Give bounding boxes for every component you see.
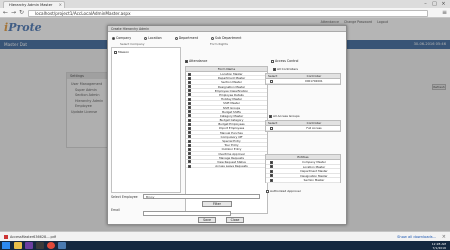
select-employee-label: Select Employee	[111, 195, 138, 199]
checkbox-checked-icon[interactable]	[188, 118, 191, 122]
visual-studio-icon[interactable]	[25, 242, 33, 249]
checkbox-checked-icon[interactable]	[188, 131, 191, 135]
access-control-checkbox[interactable]: Access Control	[271, 59, 298, 63]
chrome-icon[interactable]	[47, 242, 55, 249]
checkbox-checked-icon[interactable]	[188, 101, 191, 105]
all-controllers-checkbox[interactable]: All Controllers	[273, 67, 298, 71]
access-groups-table: Select Controller Full Access	[265, 120, 341, 132]
select-company-label: Select Company	[120, 42, 145, 46]
attendance-checkbox[interactable]: Attendance	[185, 59, 207, 63]
browser-menu-icon[interactable]: ≡	[442, 9, 447, 17]
checkbox-checked-icon[interactable]	[188, 76, 191, 80]
back-icon[interactable]: ←	[2, 9, 9, 17]
email-label: Email	[111, 208, 120, 212]
downloads-close-icon[interactable]: ×	[442, 233, 446, 241]
checkbox-checked-icon[interactable]	[188, 97, 191, 101]
checkbox-icon[interactable]	[270, 126, 273, 130]
dialog-title: Create Hierarchy Admin	[108, 26, 346, 32]
start-icon[interactable]	[2, 242, 10, 249]
clock-date: 7/1/2016	[432, 245, 446, 250]
taskbar-clock[interactable]: 12:28 AM 7/1/2016	[432, 242, 446, 250]
table-row[interactable]: Access Leave Requests	[186, 164, 267, 169]
form-rights-label: Form Rights	[210, 42, 228, 46]
checkbox-checked-icon[interactable]	[188, 143, 191, 147]
authorized-approver-checkbox[interactable]: Authorized Approver	[266, 189, 301, 193]
mission-item[interactable]: Mission	[114, 50, 129, 54]
app-icon[interactable]	[58, 242, 66, 249]
radio-icon	[211, 36, 214, 40]
maximize-icon[interactable]: □	[430, 0, 439, 8]
taskbar: 12:28 AM 7/1/2016	[0, 241, 450, 250]
radio-company[interactable]: Company	[112, 36, 131, 40]
radio-sub-department[interactable]: Sub Department	[211, 36, 241, 40]
tab-title: Hierarchy Admin Master	[9, 3, 53, 7]
table-row[interactable]: Full Access	[266, 126, 340, 131]
checkbox-checked-icon[interactable]	[188, 106, 191, 109]
checkbox-checked-icon[interactable]	[188, 126, 191, 130]
checkbox-checked-icon[interactable]	[188, 93, 191, 97]
checkbox-checked-icon[interactable]	[188, 85, 191, 89]
downloads-bar: AccessMaster636628....pdf Show all downl…	[0, 231, 450, 241]
checkbox-checked-icon[interactable]	[188, 156, 191, 160]
url-input[interactable]: localhost/project1/AccLocalAdminMaster.a…	[28, 9, 428, 17]
file-explorer-icon[interactable]	[14, 242, 22, 249]
checkbox-checked-icon[interactable]	[270, 165, 273, 169]
checkbox-checked-icon[interactable]	[188, 122, 191, 126]
show-all-downloads-link[interactable]: Show all downloads...	[397, 234, 436, 240]
select-employee-input[interactable]: Binoy	[143, 194, 260, 199]
checkbox-icon	[271, 59, 274, 63]
entities-table: Entities Company Master Location Master …	[265, 154, 341, 183]
minimize-icon[interactable]: –	[421, 0, 430, 8]
radio-location[interactable]: Location	[144, 36, 162, 40]
level-radio-group: Company Location Department Sub Departme…	[112, 36, 253, 40]
checkbox-checked-icon[interactable]	[188, 72, 191, 76]
checkbox-checked-icon[interactable]	[188, 110, 191, 114]
radio-icon	[174, 36, 178, 40]
checkbox-icon	[266, 189, 269, 193]
filter-button[interactable]: Filter	[202, 201, 232, 207]
radio-selected-icon	[112, 36, 115, 40]
all-access-groups-checkbox[interactable]: All Access Groups	[269, 114, 300, 118]
reload-icon[interactable]: ↻	[18, 9, 25, 17]
radio-icon	[144, 36, 148, 40]
company-list-panel[interactable]: Mission	[111, 47, 181, 193]
close-button[interactable]: Close	[226, 217, 244, 223]
checkbox-checked-icon[interactable]	[188, 147, 191, 151]
checkbox-checked-icon[interactable]	[188, 139, 191, 143]
controllers-table: Select Controller DIR1702001	[265, 73, 341, 85]
form-rights-table: Form Name Location Master Department Mas…	[185, 66, 268, 214]
checkbox-checked-icon[interactable]	[270, 174, 273, 178]
download-item[interactable]: AccessMaster636628....pdf	[4, 234, 56, 241]
checkbox-checked-icon[interactable]	[188, 152, 191, 156]
checkbox-checked-icon[interactable]	[188, 80, 191, 84]
cmd-icon[interactable]	[36, 242, 44, 249]
address-bar: ← → ↻ localhost/project1/AccLocalAdminMa…	[0, 8, 450, 18]
checkbox-checked-icon[interactable]	[270, 160, 273, 164]
save-button[interactable]: Save	[198, 217, 216, 223]
checkbox-checked-icon[interactable]	[270, 178, 273, 182]
table-row[interactable]: Section Master	[266, 178, 340, 183]
checkbox-icon	[114, 50, 117, 54]
checkbox-checked-icon	[269, 114, 272, 118]
clock-time: 12:28 AM	[431, 241, 446, 246]
checkbox-checked-icon[interactable]	[188, 164, 191, 168]
forward-icon[interactable]: →	[10, 9, 17, 17]
checkbox-checked-icon[interactable]	[188, 114, 191, 118]
checkbox-checked-icon[interactable]	[188, 89, 191, 93]
browser-tabstrip: Hierarchy Admin Master × – □ ×	[0, 0, 450, 8]
create-hierarchy-admin-dialog: Create Hierarchy Admin Company Location …	[107, 25, 347, 225]
checkbox-checked-icon	[185, 59, 188, 63]
window-close-icon[interactable]: ×	[439, 0, 448, 8]
checkbox-checked-icon	[273, 67, 276, 71]
radio-department[interactable]: Department	[174, 36, 198, 40]
checkbox-icon[interactable]	[270, 79, 273, 83]
checkbox-checked-icon[interactable]	[270, 169, 273, 173]
checkbox-checked-icon[interactable]	[188, 160, 191, 164]
email-input[interactable]	[143, 211, 231, 216]
browser-tab[interactable]: Hierarchy Admin Master ×	[3, 1, 65, 8]
checkbox-checked-icon[interactable]	[188, 135, 191, 139]
table-row[interactable]: DIR1702001	[266, 79, 340, 84]
